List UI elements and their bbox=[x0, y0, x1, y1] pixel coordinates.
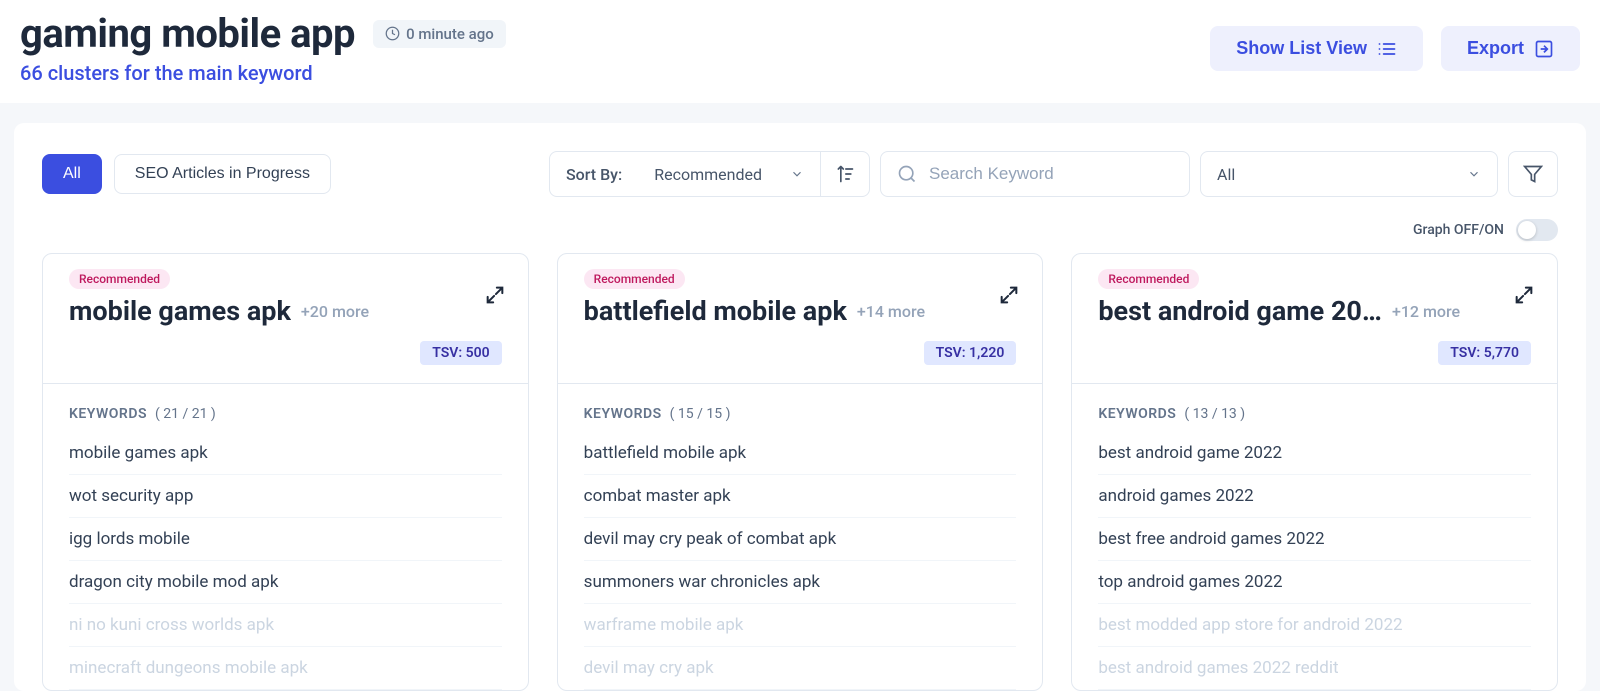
sort-group: Sort By: Recommended bbox=[549, 151, 870, 197]
keywords-header: KEYWORDS ( 21 / 21 ) bbox=[69, 384, 502, 432]
sort-select[interactable]: Recommended bbox=[638, 165, 820, 184]
keywords-label: KEYWORDS bbox=[1098, 406, 1176, 422]
search-box[interactable] bbox=[880, 151, 1190, 197]
more-count: +12 more bbox=[1392, 302, 1460, 321]
keyword-list: battlefield mobile apkcombat master apkd… bbox=[584, 432, 1017, 690]
keyword-item[interactable]: summoners war chronicles apk bbox=[584, 561, 1017, 604]
card-title: best android game 20… bbox=[1098, 295, 1382, 327]
header-left: gaming mobile app 0 minute ago 66 cluste… bbox=[20, 10, 506, 85]
show-list-view-button[interactable]: Show List View bbox=[1210, 26, 1423, 71]
tabs: All SEO Articles in Progress bbox=[42, 154, 331, 194]
card-title-row: battlefield mobile apk +14 more bbox=[584, 295, 1017, 327]
subtitle: 66 clusters for the main keyword bbox=[20, 61, 506, 85]
title-row: gaming mobile app 0 minute ago bbox=[20, 10, 506, 57]
keyword-item[interactable]: mobile games apk bbox=[69, 432, 502, 475]
keywords-header: KEYWORDS ( 15 / 15 ) bbox=[584, 384, 1017, 432]
header-actions: Show List View Export bbox=[1210, 10, 1580, 71]
recommended-badge: Recommended bbox=[1098, 269, 1199, 289]
main-panel: All SEO Articles in Progress Sort By: Re… bbox=[14, 123, 1586, 691]
export-icon bbox=[1534, 39, 1554, 59]
keyword-item[interactable]: wot security app bbox=[69, 475, 502, 518]
cluster-card: Recommended best android game 20… +12 more… bbox=[1071, 253, 1558, 691]
recommended-badge: Recommended bbox=[584, 269, 685, 289]
show-list-view-label: Show List View bbox=[1236, 38, 1367, 59]
filter-icon bbox=[1523, 164, 1543, 184]
expand-button[interactable] bbox=[998, 284, 1020, 306]
keyword-item[interactable]: devil may cry apk bbox=[584, 647, 1017, 690]
tsv-row: TSV: 500 bbox=[69, 341, 502, 365]
keywords-count: ( 15 / 15 ) bbox=[670, 406, 731, 422]
sort-label: Sort By: bbox=[550, 165, 638, 184]
tab-seo-articles[interactable]: SEO Articles in Progress bbox=[114, 154, 331, 194]
search-icon bbox=[897, 164, 917, 184]
cards-row: Recommended mobile games apk +20 more TSV: … bbox=[42, 253, 1558, 691]
cluster-card: Recommended battlefield mobile apk +14 mor… bbox=[557, 253, 1044, 691]
keyword-item[interactable]: dragon city mobile mod apk bbox=[69, 561, 502, 604]
filter-value: All bbox=[1217, 165, 1235, 184]
cluster-card: Recommended mobile games apk +20 more TSV: … bbox=[42, 253, 529, 691]
keyword-item[interactable]: minecraft dungeons mobile apk bbox=[69, 647, 502, 690]
tsv-row: TSV: 5,770 bbox=[1098, 341, 1531, 365]
chevron-down-icon bbox=[790, 167, 804, 181]
card-title: mobile games apk bbox=[69, 295, 291, 327]
time-ago-text: 0 minute ago bbox=[406, 25, 494, 43]
keyword-item[interactable]: combat master apk bbox=[584, 475, 1017, 518]
time-badge: 0 minute ago bbox=[373, 20, 506, 48]
card-title: battlefield mobile apk bbox=[584, 295, 847, 327]
tsv-row: TSV: 1,220 bbox=[584, 341, 1017, 365]
keyword-item[interactable]: warframe mobile apk bbox=[584, 604, 1017, 647]
keyword-item[interactable]: top android games 2022 bbox=[1098, 561, 1531, 604]
keyword-item[interactable]: devil may cry peak of combat apk bbox=[584, 518, 1017, 561]
recommended-badge: Recommended bbox=[69, 269, 170, 289]
keyword-item[interactable]: igg lords mobile bbox=[69, 518, 502, 561]
list-icon bbox=[1377, 39, 1397, 59]
sort-value: Recommended bbox=[654, 165, 762, 184]
expand-button[interactable] bbox=[1513, 284, 1535, 306]
tsv-badge: TSV: 500 bbox=[420, 341, 501, 365]
expand-button[interactable] bbox=[484, 284, 506, 306]
sort-icon bbox=[835, 164, 855, 184]
search-input[interactable] bbox=[929, 164, 1173, 184]
chevron-down-icon bbox=[1467, 167, 1481, 181]
more-count: +20 more bbox=[301, 302, 369, 321]
card-title-row: best android game 20… +12 more bbox=[1098, 295, 1531, 327]
graph-toggle-row: Graph OFF/ON bbox=[42, 197, 1558, 253]
more-count: +14 more bbox=[857, 302, 925, 321]
card-title-row: mobile games apk +20 more bbox=[69, 295, 502, 327]
tsv-badge: TSV: 5,770 bbox=[1438, 341, 1531, 365]
keywords-label: KEYWORDS bbox=[69, 406, 147, 422]
right-controls: Sort By: Recommended All bbox=[549, 151, 1558, 197]
keywords-count: ( 13 / 13 ) bbox=[1184, 406, 1245, 422]
tsv-badge: TSV: 1,220 bbox=[924, 341, 1017, 365]
keyword-item[interactable]: best android games 2022 reddit bbox=[1098, 647, 1531, 690]
graph-toggle[interactable] bbox=[1516, 219, 1558, 241]
filter-button[interactable] bbox=[1508, 151, 1558, 197]
filter-select[interactable]: All bbox=[1200, 151, 1498, 197]
controls-row: All SEO Articles in Progress Sort By: Re… bbox=[42, 151, 1558, 197]
keyword-list: best android game 2022android games 2022… bbox=[1098, 432, 1531, 690]
keyword-item[interactable]: battlefield mobile apk bbox=[584, 432, 1017, 475]
keyword-item[interactable]: ni no kuni cross worlds apk bbox=[69, 604, 502, 647]
keywords-count: ( 21 / 21 ) bbox=[155, 406, 216, 422]
tab-all[interactable]: All bbox=[42, 154, 102, 194]
page-title: gaming mobile app bbox=[20, 10, 355, 57]
keywords-label: KEYWORDS bbox=[584, 406, 662, 422]
keyword-list: mobile games apkwot security appigg lord… bbox=[69, 432, 502, 690]
keyword-item[interactable]: android games 2022 bbox=[1098, 475, 1531, 518]
export-button[interactable]: Export bbox=[1441, 26, 1580, 71]
keywords-header: KEYWORDS ( 13 / 13 ) bbox=[1098, 384, 1531, 432]
export-label: Export bbox=[1467, 38, 1524, 59]
page-header: gaming mobile app 0 minute ago 66 cluste… bbox=[0, 0, 1600, 103]
graph-label: Graph OFF/ON bbox=[1413, 222, 1504, 238]
keyword-item[interactable]: best free android games 2022 bbox=[1098, 518, 1531, 561]
keyword-item[interactable]: best android game 2022 bbox=[1098, 432, 1531, 475]
keyword-item[interactable]: best modded app store for android 2022 bbox=[1098, 604, 1531, 647]
clock-icon bbox=[385, 26, 400, 41]
sort-direction-button[interactable] bbox=[820, 152, 869, 196]
